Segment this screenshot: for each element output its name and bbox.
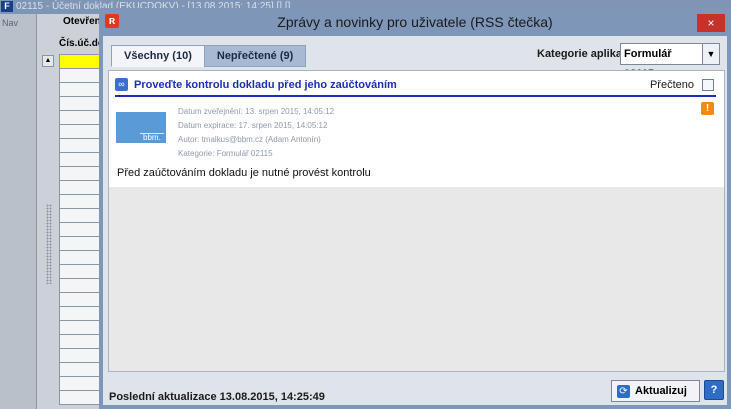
news-list: ∞ Proveďte kontrolu dokladu před jeho za… xyxy=(108,70,725,372)
scroll-grip[interactable] xyxy=(46,204,52,284)
published-date: Datum zveřejnění: 13. srpen 2015, 14:05:… xyxy=(178,107,335,116)
author: Autor: tmalkus@bbm.cz (Adam Antonín) xyxy=(178,135,321,144)
news-item-title[interactable]: Proveďte kontrolu dokladu před jeho zaúč… xyxy=(134,79,397,91)
tab-all[interactable]: Všechny (10) xyxy=(111,45,205,67)
tab-unread[interactable]: Nepřečtené (9) xyxy=(203,45,307,67)
scroll-up-button[interactable]: ▲ xyxy=(42,55,54,67)
news-item-description: Před zaúčtováním dokladu je nutné provés… xyxy=(117,167,371,179)
dialog-body: Všechny (10) Nepřečtené (9) Kategorie ap… xyxy=(103,36,727,405)
expiration-date: Datum expirace: 17. srpen 2015, 14:05:12 xyxy=(178,121,328,130)
news-item-header: ∞ Proveďte kontrolu dokladu před jeho za… xyxy=(115,77,716,97)
read-label: Přečteno xyxy=(649,79,694,91)
background-record-panel: Otevřeno Čís.úč.do ▲ xyxy=(37,14,107,409)
help-icon[interactable]: ? xyxy=(704,380,724,400)
category-select[interactable]: Formulář 02115 ▼ xyxy=(620,43,720,80)
close-icon[interactable]: × xyxy=(697,14,725,32)
rss-reader-dialog: Zprávy a novinky pro uživatele (RSS čteč… xyxy=(99,8,731,409)
last-update-status: Poslední aktualizace 13.08.2015, 14:25:4… xyxy=(109,391,325,403)
background-nav-panel: Nav xyxy=(0,14,37,409)
link-icon: ∞ xyxy=(115,78,128,91)
filter-tabs: Všechny (10) Nepřečtené (9) xyxy=(111,45,307,67)
refresh-button-label: Aktualizuj xyxy=(635,385,687,397)
background-column-header[interactable]: Čís.úč.do xyxy=(59,38,104,49)
item-category: Kategorie: Formulář 02115 xyxy=(178,149,273,158)
category-selected-value[interactable]: Formulář 02115 xyxy=(621,44,702,80)
dialog-title: Zprávy a novinky pro uživatele (RSS čteč… xyxy=(277,14,553,30)
dialog-titlebar[interactable]: Zprávy a novinky pro uživatele (RSS čteč… xyxy=(99,8,731,36)
rss-icon: ʀ xyxy=(105,14,119,28)
alert-icon: ! xyxy=(701,102,714,115)
read-checkbox[interactable] xyxy=(702,79,714,91)
bbm-logo: bbm. xyxy=(116,112,166,143)
refresh-icon: ⟳ xyxy=(617,384,630,398)
bbm-logo-text: bbm. xyxy=(143,133,161,142)
nav-label[interactable]: Nav xyxy=(2,18,18,28)
chevron-down-icon[interactable]: ▼ xyxy=(702,44,719,64)
refresh-button[interactable]: ⟳ Aktualizuj xyxy=(611,380,700,402)
news-item: ∞ Proveďte kontrolu dokladu před jeho za… xyxy=(109,71,724,187)
app-icon: F xyxy=(1,1,13,12)
